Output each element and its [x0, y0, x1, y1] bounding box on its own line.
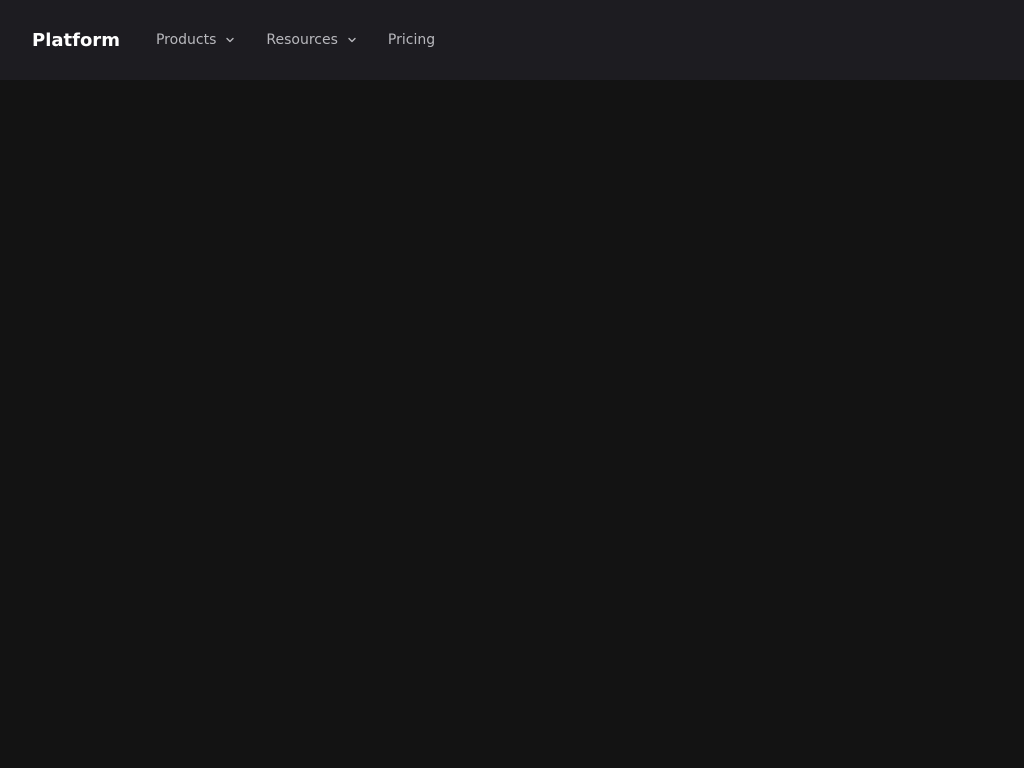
chevron-down-icon [224, 34, 236, 46]
nav-item-label: Resources [266, 32, 338, 48]
nav-item-pricing[interactable]: Pricing [388, 24, 435, 56]
top-navigation-bar: Platform Products Resources Pricing [0, 0, 1024, 80]
brand-logo-link[interactable]: Platform [32, 30, 120, 51]
nav-item-resources[interactable]: Resources [266, 24, 358, 56]
nav-item-label: Products [155, 32, 217, 48]
chevron-down-icon [346, 34, 358, 46]
nav-item-products[interactable]: Products [156, 24, 236, 56]
main-nav: Products Resources Pricing [156, 24, 435, 56]
page: Platform Products Resources Pricing [0, 0, 1024, 768]
nav-item-label: Pricing [387, 32, 436, 48]
main-content-area [0, 80, 1024, 768]
